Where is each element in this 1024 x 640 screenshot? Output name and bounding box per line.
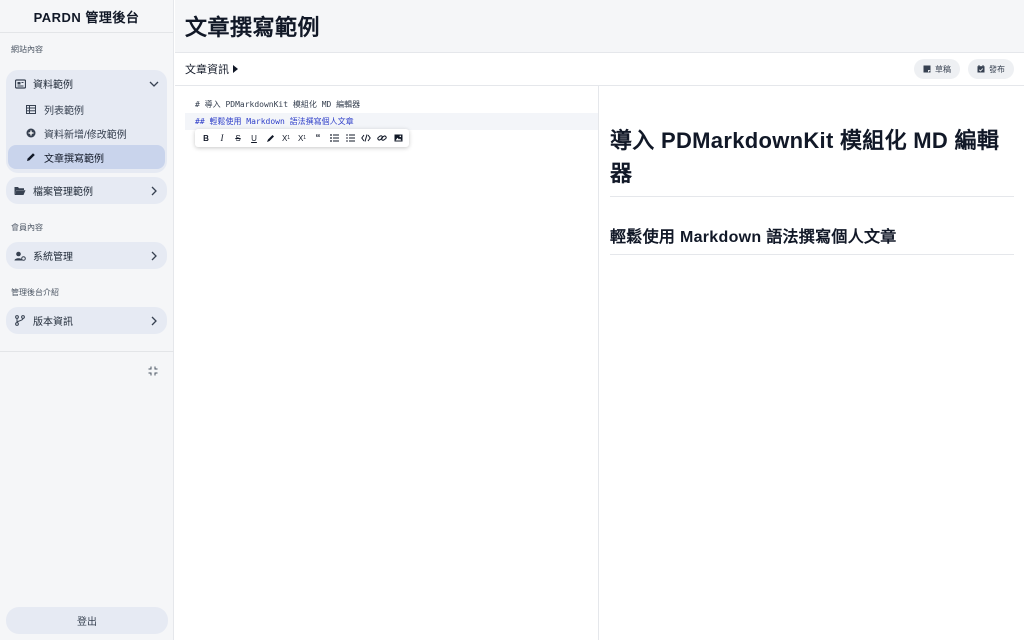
calendar-check-icon	[977, 65, 985, 73]
menu-group-system-management: 系統管理	[6, 242, 167, 269]
page-title: 文章撰寫範例	[185, 15, 321, 40]
chevron-right-icon	[149, 316, 159, 326]
menu-label: 資料範例	[33, 80, 73, 91]
link-icon[interactable]	[374, 130, 390, 146]
menu-head-version-info[interactable]: 版本資訊	[6, 307, 167, 334]
menu-head-data-examples[interactable]: 資料範例	[6, 70, 167, 97]
section-label-admin-intro: 管理後台介紹	[11, 288, 59, 297]
newspaper-icon	[14, 78, 26, 90]
sidebar-item-label: 列表範例	[44, 105, 84, 117]
section-label-site-content: 網站內容	[11, 45, 43, 54]
italic-icon[interactable]: I	[214, 130, 230, 146]
sidebar-item-article-example[interactable]: 文章撰寫範例	[8, 145, 165, 169]
publish-button[interactable]: 發布	[968, 59, 1014, 79]
menu-label: 檔案管理範例	[33, 187, 93, 198]
chevron-right-icon	[149, 186, 159, 196]
sidebar: PARDN 管理後台 網站內容 資料範例 列表範例 資料新增/修改範例 文章撰寫…	[0, 0, 174, 640]
menu-group-data-examples: 資料範例 列表範例 資料新增/修改範例 文章撰寫範例	[6, 70, 167, 173]
sidebar-item-list-example[interactable]: 列表範例	[8, 97, 165, 121]
markdown-preview: 導入 PDMarkdownKit 模組化 MD 編輯器 輕鬆使用 Markdow…	[600, 86, 1024, 640]
folder-open-icon	[14, 185, 26, 197]
menu-group-version-info: 版本資訊	[6, 307, 167, 334]
preview-heading-2: 輕鬆使用 Markdown 語法撰寫個人文章	[610, 223, 1014, 255]
draft-button[interactable]: 草稿	[914, 59, 960, 79]
preview-heading-1: 導入 PDMarkdownKit 模組化 MD 編輯器	[610, 124, 1014, 197]
collapse-sidebar-icon[interactable]	[146, 364, 160, 378]
sidebar-divider	[0, 351, 174, 352]
chevron-down-icon	[149, 79, 159, 89]
image-icon[interactable]	[390, 130, 406, 146]
menu-label: 版本資訊	[33, 317, 73, 328]
quote-icon[interactable]: “	[310, 130, 326, 146]
section-label-member-content: 會員內容	[11, 223, 43, 232]
sidebar-item-add-edit-example[interactable]: 資料新增/修改範例	[8, 121, 165, 145]
subscript-icon[interactable]: X1	[294, 130, 310, 146]
highlight-icon[interactable]	[262, 130, 278, 146]
superscript-icon[interactable]: X1	[278, 130, 294, 146]
bullet-list-icon[interactable]	[326, 130, 342, 146]
pencil-icon	[25, 152, 36, 163]
article-info-label: 文章資訊	[185, 64, 229, 76]
menu-head-file-management[interactable]: 檔案管理範例	[6, 177, 167, 204]
brand-title: PARDN 管理後台	[0, 0, 173, 33]
sidebar-item-label: 文章撰寫範例	[44, 153, 104, 165]
draft-label: 草稿	[935, 64, 951, 74]
menu-head-system-management[interactable]: 系統管理	[6, 242, 167, 269]
ordered-list-icon[interactable]	[342, 130, 358, 146]
code-icon[interactable]	[358, 130, 374, 146]
editor-line-1[interactable]: # 導入 PDMarkdownKit 模組化 MD 編輯器	[175, 96, 598, 113]
bold-icon[interactable]: B	[198, 130, 214, 146]
user-gear-icon	[14, 250, 26, 262]
table-icon	[25, 104, 36, 115]
editor-line-2[interactable]: ## 輕鬆使用 Markdown 語法撰寫個人文章	[185, 113, 598, 130]
file-draft-icon	[923, 65, 931, 73]
page-header: 文章撰寫範例	[175, 0, 1024, 53]
underline-icon[interactable]: U	[246, 130, 262, 146]
markdown-editor[interactable]: # 導入 PDMarkdownKit 模組化 MD 編輯器 ## 輕鬆使用 Ma…	[175, 86, 599, 640]
sidebar-item-label: 資料新增/修改範例	[44, 129, 127, 141]
chevron-right-icon	[149, 251, 159, 261]
plus-circle-icon	[25, 128, 36, 139]
menu-label: 系統管理	[33, 252, 73, 263]
strikethrough-icon[interactable]: S	[230, 130, 246, 146]
logout-button[interactable]: 登出	[6, 607, 168, 634]
format-toolbar: B I S U X1 X1 “	[195, 129, 409, 147]
menu-group-file-management: 檔案管理範例	[6, 177, 167, 204]
caret-right-icon	[233, 65, 238, 73]
article-toolbar: 文章資訊 草稿 發布	[175, 53, 1024, 86]
article-info-toggle[interactable]: 文章資訊	[185, 61, 238, 77]
code-branch-icon	[14, 315, 26, 327]
main-content: 文章撰寫範例 文章資訊 草稿 發布 # 導入 PDMarkdownKit 模組化…	[175, 0, 1024, 640]
publish-label: 發布	[989, 64, 1005, 74]
